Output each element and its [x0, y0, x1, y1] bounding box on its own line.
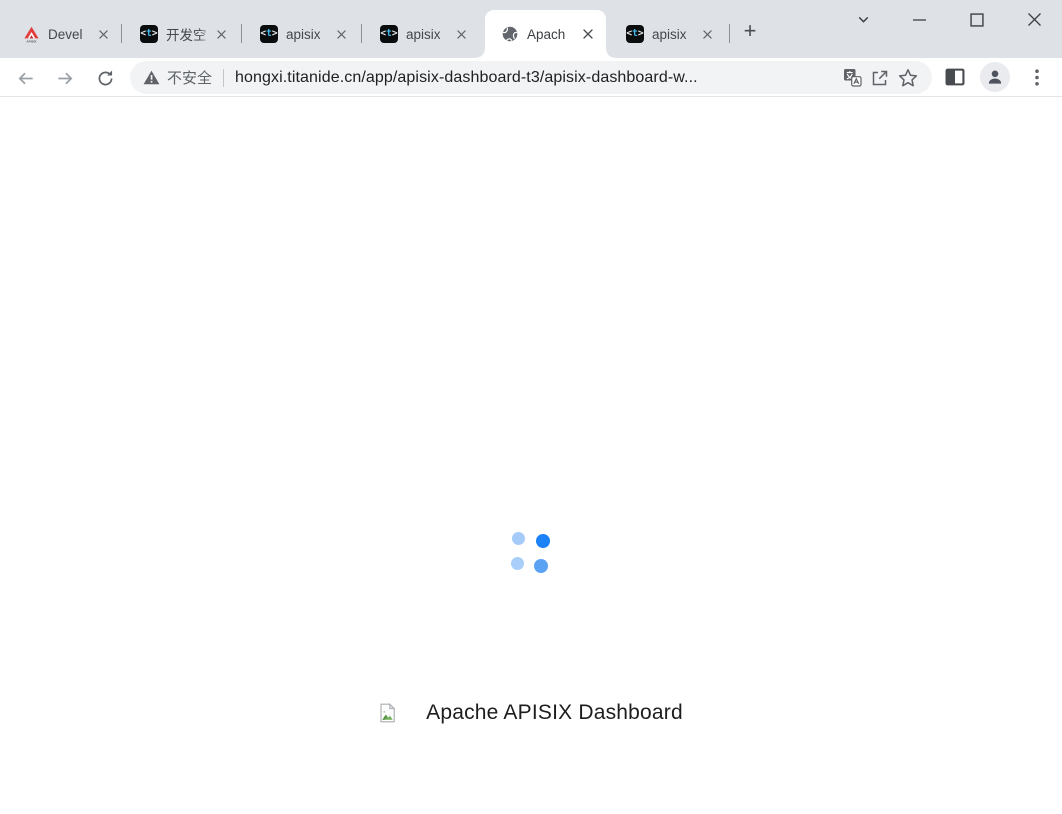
browser-window: APISIX Devel <t> 开发空 <t> apisix [0, 0, 1062, 814]
tab-separator [361, 24, 362, 43]
loading-spinner [505, 525, 561, 581]
omnibox-divider [223, 69, 224, 87]
globe-icon [501, 25, 519, 43]
tab-label: 开发空 [166, 24, 213, 44]
tab-separator [121, 24, 122, 43]
spinner-dot [512, 532, 525, 545]
translate-icon[interactable] [838, 64, 866, 92]
new-tab-button[interactable]: + [736, 17, 764, 45]
svg-text:APISIX: APISIX [26, 39, 37, 42]
tab-label: Devel [48, 27, 95, 42]
tab-search-chevron-icon[interactable] [848, 4, 879, 35]
dashboard-footer: Apache APISIX Dashboard [0, 701, 1062, 725]
not-secure-warning-icon[interactable] [143, 70, 160, 85]
tab-strip: APISIX Devel <t> 开发空 <t> apisix [0, 0, 1062, 58]
tab-label: apisix [406, 27, 453, 42]
code-editor-icon: <t> [260, 25, 278, 43]
minimize-button[interactable] [904, 4, 935, 35]
back-icon[interactable] [10, 63, 40, 93]
tab-close-icon[interactable] [213, 26, 230, 43]
address-bar[interactable]: 不安全 hongxi.titanide.cn/app/apisix-dashbo… [130, 61, 932, 94]
broken-image-icon [379, 703, 396, 723]
browser-toolbar: 不安全 hongxi.titanide.cn/app/apisix-dashbo… [0, 58, 1062, 97]
bookmark-star-icon[interactable] [894, 64, 922, 92]
dashboard-title: Apache APISIX Dashboard [426, 701, 683, 725]
tab-apisix-1[interactable]: <t> apisix [246, 10, 358, 58]
side-panel-icon[interactable] [940, 62, 970, 92]
tab-apache-apisix-dashboard-active[interactable]: Apach [485, 10, 606, 58]
tab-apisix-2[interactable]: <t> apisix [366, 10, 478, 58]
tab-label: apisix [286, 27, 333, 42]
tab-separator [729, 24, 730, 43]
tab-close-icon[interactable] [699, 26, 716, 43]
maximize-button[interactable] [961, 4, 992, 35]
tab-apisix-3[interactable]: <t> apisix [612, 10, 724, 58]
tab-separator [241, 24, 242, 43]
tab-label: Apach [527, 27, 579, 42]
page-content: Apache APISIX Dashboard [0, 98, 1062, 814]
url-text[interactable]: hongxi.titanide.cn/app/apisix-dashboard-… [235, 69, 838, 87]
tab-devel[interactable]: APISIX Devel [8, 10, 120, 58]
close-window-button[interactable] [1019, 4, 1050, 35]
code-editor-icon: <t> [626, 25, 644, 43]
apisix-logo-icon: APISIX [22, 25, 40, 43]
spinner-dot [534, 559, 548, 573]
person-icon [986, 68, 1004, 86]
share-icon[interactable] [866, 64, 894, 92]
profile-avatar[interactable] [980, 62, 1010, 92]
security-status-label: 不安全 [167, 67, 212, 88]
reload-icon[interactable] [90, 63, 120, 93]
tab-close-icon[interactable] [95, 26, 112, 43]
code-editor-icon: <t> [380, 25, 398, 43]
code-editor-icon: <t> [140, 25, 158, 43]
tab-dev-workspace[interactable]: <t> 开发空 [126, 10, 238, 58]
tab-close-icon[interactable] [579, 26, 596, 43]
kebab-menu-icon[interactable] [1022, 62, 1052, 92]
tab-label: apisix [652, 27, 699, 42]
tab-close-icon[interactable] [453, 26, 470, 43]
tab-close-icon[interactable] [333, 26, 350, 43]
forward-icon[interactable] [50, 63, 80, 93]
spinner-dot [536, 534, 550, 548]
spinner-dot [511, 557, 524, 570]
